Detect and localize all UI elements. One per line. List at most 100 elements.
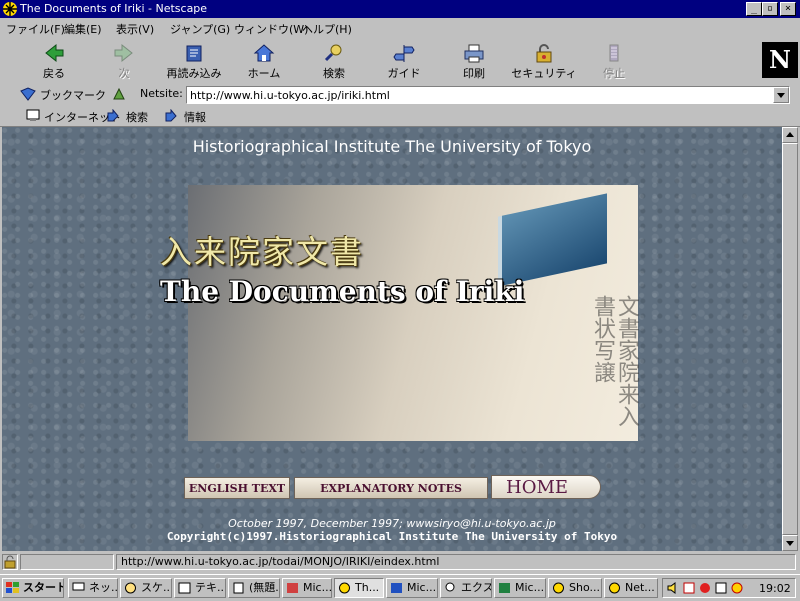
schedule-icon — [124, 582, 137, 594]
tool-icon[interactable] — [715, 582, 727, 594]
menu-view[interactable]: 表示(V) — [116, 21, 154, 37]
home-label: ホーム — [247, 67, 281, 80]
ime-icon[interactable] — [683, 582, 695, 594]
status-text: http://www.hi.u-tokyo.ac.jp/todai/MONJO/… — [116, 554, 796, 570]
personal-item-info[interactable]: 情報 — [184, 109, 206, 125]
windows-logo-icon — [6, 582, 19, 594]
menu-file[interactable]: ファイル(F) — [6, 21, 65, 37]
netscape-small-icon — [608, 582, 621, 594]
menu-edit[interactable]: 編集(E) — [64, 21, 102, 37]
reload-label: 再読み込み — [166, 67, 222, 80]
shortcut-icon — [552, 582, 565, 594]
security-button[interactable]: セキュリティ — [508, 40, 580, 82]
menu-bar: ファイル(F) 編集(E) 表示(V) ジャンプ(G) ウィンドウ(W) ヘルプ… — [0, 18, 800, 38]
excel-icon — [498, 582, 511, 594]
task-label: Mic... — [515, 581, 545, 594]
task-text[interactable]: テキ... — [174, 578, 226, 598]
task-schedule[interactable]: スケ... — [120, 578, 172, 598]
menu-window[interactable]: ウィンドウ(W) — [234, 21, 308, 37]
status-bar: http://www.hi.u-tokyo.ac.jp/todai/MONJO/… — [0, 552, 800, 572]
guide-button[interactable]: ガイド — [368, 40, 440, 82]
power-icon[interactable] — [731, 582, 743, 594]
url-dropdown-button[interactable] — [773, 87, 789, 103]
calligraphy-background: 文書家院来入書状写譲 — [590, 295, 639, 427]
task-microsoft-1[interactable]: Mic... — [282, 578, 332, 598]
home-icon — [252, 42, 276, 64]
task-network[interactable]: ネッ... — [68, 578, 118, 598]
back-button[interactable]: 戻る — [18, 40, 90, 82]
taskbar: スタート ネッ... スケ... テキ... (無題... Mic... Th.… — [0, 574, 800, 601]
task-label: テキ... — [195, 581, 226, 594]
reload-button[interactable]: 再読み込み — [158, 40, 230, 82]
security-label: セキュリティ — [511, 67, 577, 80]
menu-help[interactable]: ヘルプ(H) — [302, 21, 352, 37]
internet-icon — [26, 109, 40, 122]
task-shortcut[interactable]: Sho... — [548, 578, 602, 598]
forward-arrow-icon — [112, 42, 136, 64]
volume-icon[interactable] — [667, 582, 679, 594]
guide-icon — [392, 42, 416, 64]
search-icon — [322, 42, 346, 64]
task-label: エクス... — [461, 581, 492, 594]
close-button[interactable]: × — [780, 2, 796, 16]
maximize-button[interactable]: ▫ — [762, 2, 778, 16]
alert-icon[interactable] — [699, 582, 711, 594]
clock[interactable]: 19:02 — [759, 582, 791, 595]
netscape-logo[interactable]: N — [762, 42, 798, 78]
english-text-button[interactable]: ENGLISH TEXT — [184, 477, 290, 499]
search-button[interactable]: 検索 — [298, 40, 370, 82]
bookmarks-button[interactable]: ブックマーク — [40, 87, 106, 103]
task-label: ネッ... — [89, 581, 118, 594]
minimize-button[interactable]: _ — [746, 2, 762, 16]
personal-item-search[interactable]: 検索 — [126, 109, 148, 125]
scroll-up-button[interactable] — [782, 127, 798, 143]
location-bar: ブックマーク Netsite: http://www.hi.u-tokyo.ac… — [0, 84, 800, 107]
stop-icon — [602, 42, 626, 64]
task-the-documents[interactable]: Th... — [334, 578, 384, 598]
task-label: Net... — [625, 581, 655, 594]
explanatory-notes-button[interactable]: EXPLANATORY NOTES — [294, 477, 488, 499]
url-value: http://www.hi.u-tokyo.ac.jp/iriki.html — [190, 89, 390, 102]
update-dates-email: October 1997, December 1997; wwwsiryo@hi… — [228, 517, 556, 530]
netscape-icon[interactable] — [2, 1, 18, 17]
home-button[interactable]: ホーム — [228, 40, 300, 82]
search-bookmark-icon — [106, 108, 120, 122]
security-lock-icon — [532, 42, 556, 64]
scroll-thumb[interactable] — [782, 143, 798, 535]
info-bookmark-icon — [164, 108, 178, 122]
forward-button[interactable]: 次 — [88, 40, 160, 82]
page-proxy-icon[interactable] — [112, 87, 126, 101]
menu-go[interactable]: ジャンプ(G) — [170, 21, 230, 37]
personal-toolbar: インターネット 検索 情報 — [0, 106, 800, 127]
home-link-button[interactable]: HOME — [491, 475, 601, 499]
vertical-scrollbar[interactable] — [782, 127, 798, 551]
navigation-toolbar: 戻る 次 再読み込み ホーム 検索 ガイド 印刷 セキュリティ 停止 — [0, 38, 800, 85]
task-untitled[interactable]: (無題... — [228, 578, 280, 598]
task-netscape[interactable]: Net... — [604, 578, 658, 598]
location-label: Netsite: — [140, 87, 183, 100]
task-microsoft-excel[interactable]: Mic... — [494, 578, 546, 598]
task-label: Sho... — [569, 581, 600, 594]
task-label: Mic... — [303, 581, 332, 594]
window-title: The Documents of Iriki - Netscape — [20, 2, 208, 15]
bound-book-image — [498, 193, 607, 287]
bookmarks-icon[interactable] — [20, 87, 36, 101]
print-label: 印刷 — [463, 67, 485, 80]
text-editor-icon — [178, 582, 191, 594]
task-label: Th... — [355, 581, 380, 594]
stop-button[interactable]: 停止 — [578, 40, 650, 82]
reload-icon — [182, 42, 206, 64]
word-icon — [390, 582, 403, 594]
url-input[interactable]: http://www.hi.u-tokyo.ac.jp/iriki.html — [186, 86, 790, 104]
page-content: Historiographical Institute The Universi… — [2, 127, 782, 551]
system-tray: 19:02 — [662, 578, 796, 598]
task-explorer[interactable]: エクス... — [440, 578, 492, 598]
print-button[interactable]: 印刷 — [438, 40, 510, 82]
progress-bar — [20, 554, 114, 570]
security-status-icon[interactable] — [2, 554, 18, 570]
start-button[interactable]: スタート — [2, 578, 64, 598]
scroll-down-button[interactable] — [782, 535, 798, 551]
task-microsoft-word[interactable]: Mic... — [386, 578, 438, 598]
title-bar[interactable]: The Documents of Iriki - Netscape _ ▫ × — [0, 0, 800, 18]
search-label: 検索 — [323, 67, 345, 80]
